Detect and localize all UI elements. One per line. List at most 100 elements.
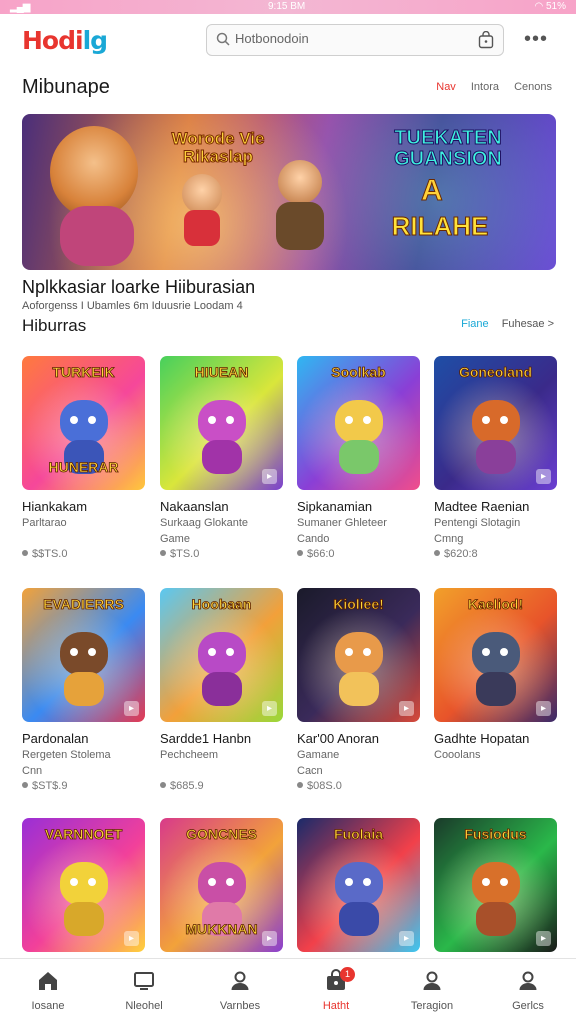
thumbnail-title: TURKEIK [52,364,115,380]
thumbnail-title: GONCNES [186,826,258,842]
nav-item[interactable]: 1 Hatht [288,959,384,1024]
game-thumbnail[interactable]: GONCNES MUKKNAN ▸ [160,818,283,952]
game-card[interactable]: Soolkab Sipkanamian Sumaner Ghleteer Cando… [297,356,420,560]
game-price: $685.9 [160,780,204,792]
character-head [335,400,383,444]
game-description: Game [160,533,190,545]
character-eye [226,416,234,424]
play-icon[interactable]: ▸ [536,469,551,484]
character-head [198,632,246,676]
game-name: Hiankakam [22,499,88,514]
character-eye [88,878,96,886]
nav-item[interactable]: Gerlcs [480,959,576,1024]
character-eye [363,648,371,656]
game-thumbnail[interactable]: Soolkab [297,356,420,490]
character-body [476,672,516,706]
play-icon[interactable]: ▸ [124,701,139,716]
character-head [472,632,520,676]
section-link-more[interactable]: Fuhesae > [502,318,554,330]
more-menu-icon[interactable]: ••• [524,28,548,51]
thumbnail-title: Fusiodus [464,826,527,842]
play-icon[interactable]: ▸ [399,931,414,946]
game-thumbnail[interactable]: Goneoland ▸ [434,356,557,490]
nav-label: Nleohel [125,1000,163,1012]
status-right: ◠ 51% [534,1,566,12]
game-card[interactable]: Goneoland ▸ Madtee Raenian Pentengi Slota… [434,356,557,560]
banner-title-bottom: RILAHE [391,211,489,242]
game-price: $620:8 [434,548,478,560]
play-icon[interactable]: ▸ [399,701,414,716]
home-icon [39,972,57,990]
character-eye [70,878,78,886]
play-icon[interactable]: ▸ [536,931,551,946]
game-card[interactable]: TURKEIK HUNERAR Hiankakam Parltarao $$TS.0 [22,356,145,560]
game-card[interactable]: Hoobaan ▸ Sardde1 Hanbn Pechcheem $685.9 [160,588,283,792]
character-eye [500,648,508,656]
app-logo[interactable]: Hodilg [22,26,108,55]
game-thumbnail[interactable]: Fuolaia ▸ [297,818,420,952]
game-card[interactable]: VARNNOET ▸ [22,818,145,952]
game-thumbnail[interactable]: VARNNOET ▸ [22,818,145,952]
game-card[interactable]: Fusiodus ▸ [434,818,557,952]
game-thumbnail[interactable]: TURKEIK HUNERAR [22,356,145,490]
game-card[interactable]: EVADIERRS ▸ Pardonalan Rergeten Stolema Cn… [22,588,145,792]
thumbnail-title: Goneoland [458,364,533,380]
play-icon[interactable]: ▸ [262,701,277,716]
section-link-filter[interactable]: Fiane [461,318,489,330]
search-input[interactable] [235,31,465,46]
character-eye [208,878,216,886]
game-thumbnail[interactable]: HIUEAN ▸ [160,356,283,490]
game-card[interactable]: Fuolaia ▸ [297,818,420,952]
notification-badge: 1 [340,967,355,982]
nav-item[interactable]: Teragion [384,959,480,1024]
game-description: Cooolans [434,749,481,761]
game-price: $ST$.9 [22,780,67,792]
status-time: 9:15 BM [268,1,306,12]
status-bar: ▂▄▆ 9:15 BM ◠ 51% [0,0,576,14]
featured-link-0[interactable]: Nav [436,81,456,93]
game-thumbnail[interactable]: EVADIERRS ▸ [22,588,145,722]
person-icon [231,971,249,990]
play-icon[interactable]: ▸ [262,469,277,484]
character-eye [88,648,96,656]
featured-link-1[interactable]: Intora [471,81,499,93]
play-icon[interactable]: ▸ [124,931,139,946]
search-icon [216,32,230,46]
game-thumbnail[interactable]: Hoobaan ▸ [160,588,283,722]
game-description: Cando [297,533,330,545]
game-card[interactable]: HIUEAN ▸ Nakaanslan Surkaag Glokante Game $… [160,356,283,560]
logo-part2: lg [82,26,108,55]
game-card[interactable]: GONCNES MUKKNAN ▸ [160,818,283,952]
nav-label: Iosane [31,1000,65,1012]
play-icon[interactable]: ▸ [262,931,277,946]
game-thumbnail[interactable]: Kaeliod! ▸ [434,588,557,722]
play-icon[interactable]: ▸ [536,701,551,716]
nav-item[interactable]: Iosane [0,959,96,1024]
banner-kid-body [184,210,220,246]
thumbnail-title: Kaeliod! [467,596,524,612]
cart-icon[interactable] [478,31,494,49]
game-thumbnail[interactable]: Kioliee! ▸ [297,588,420,722]
game-description: Pentengi Slotagin [434,517,521,529]
wifi-icon: ◠ [534,1,544,12]
character-head [335,862,383,906]
game-description: Pechcheem [160,749,219,761]
character-head [60,862,108,906]
character-eye [88,416,96,424]
nav-item[interactable]: Nleohel [96,959,192,1024]
game-price: $$TS.0 [22,548,67,560]
search-bar[interactable] [206,24,504,56]
nav-item[interactable]: Varnbes [192,959,288,1024]
game-thumbnail[interactable]: Fusiodus ▸ [434,818,557,952]
character-eye [345,416,353,424]
game-card[interactable]: Kaeliod! ▸ Gadhte Hopatan Cooolans [434,588,557,762]
featured-link-2[interactable]: Cenons [514,81,552,93]
banner-hero-body [276,202,324,250]
featured-banner[interactable]: Worode Vie Rikaslap TUEKATEN GUANSION A … [22,114,556,270]
section-title: Hiburras [22,316,87,335]
game-description: Gamane [297,749,340,761]
game-description: Parltarao [22,517,67,529]
game-card[interactable]: Kioliee! ▸ Kar'00 Anoran Gamane Cacn $08S.0 [297,588,420,792]
section-links: Fiane Fuhesae > [461,318,554,330]
character-eye [70,648,78,656]
